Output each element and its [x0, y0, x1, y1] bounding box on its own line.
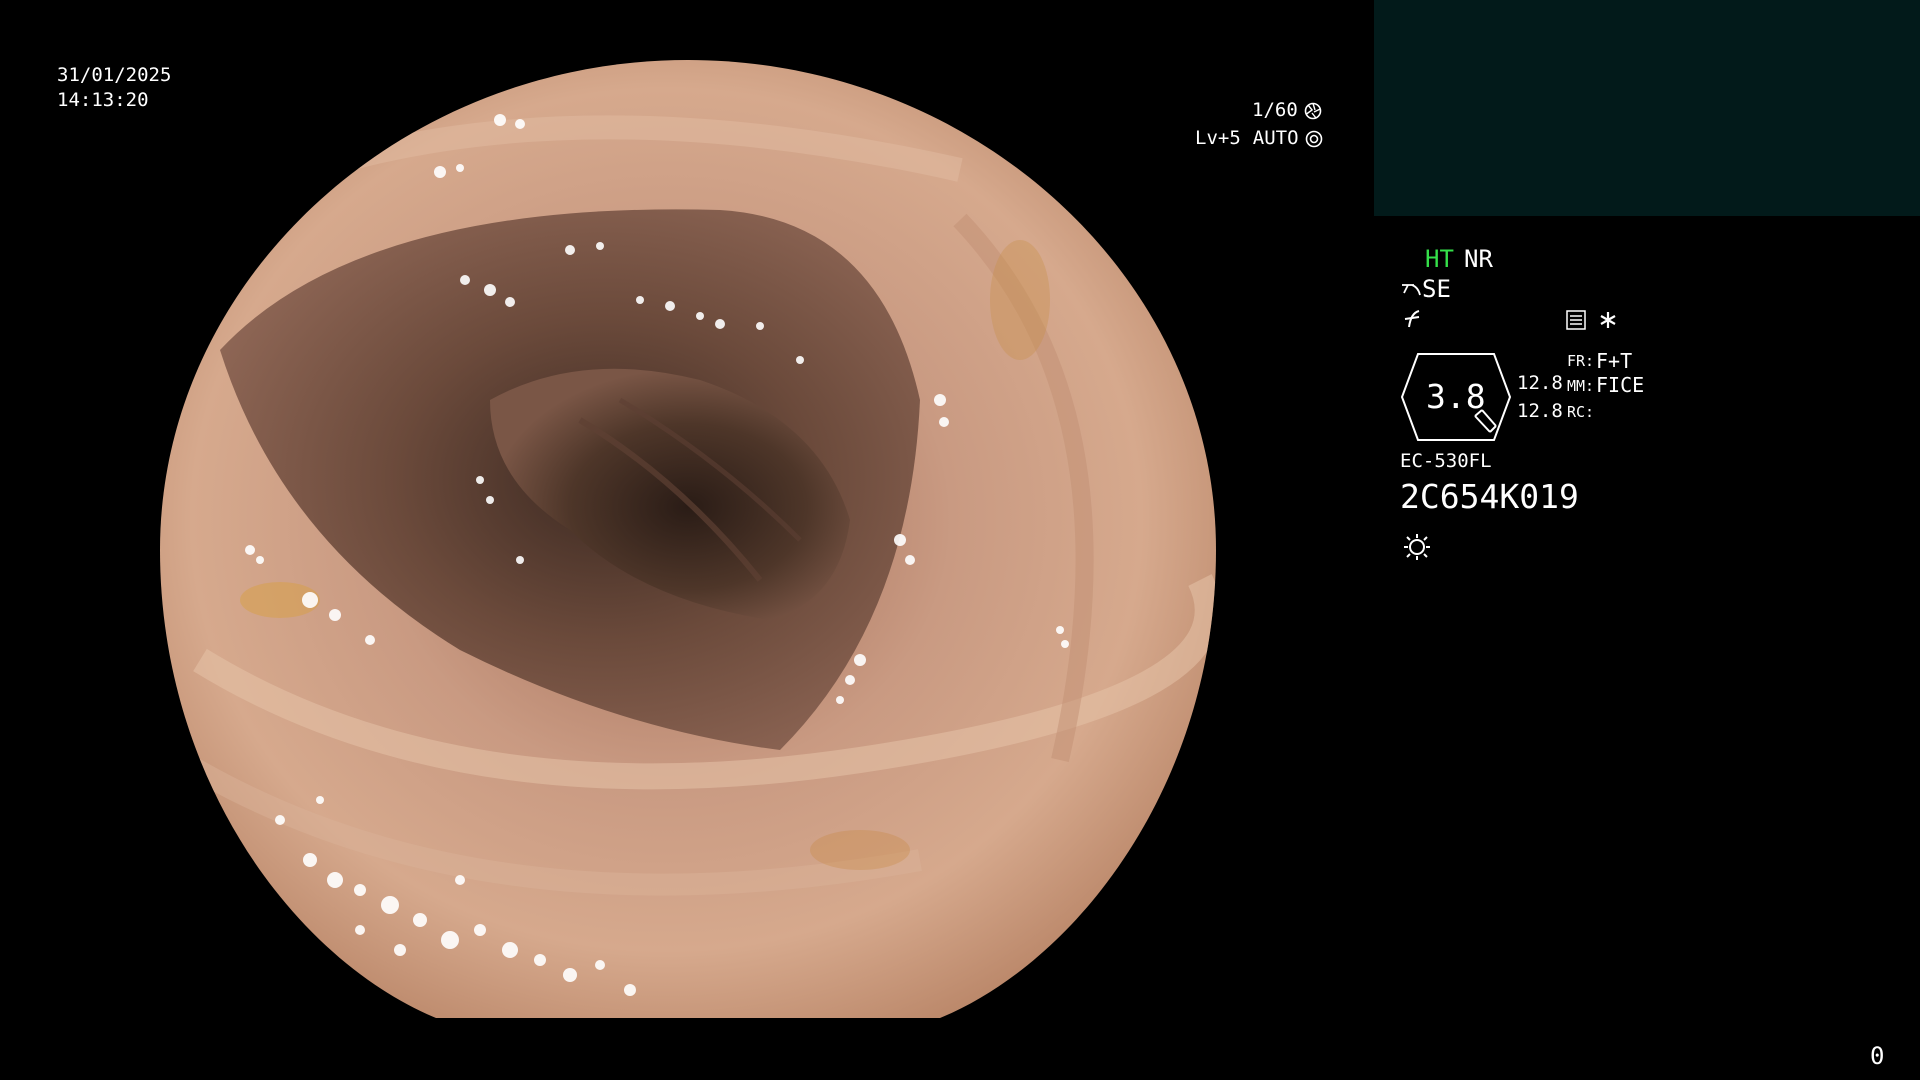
shutter-icon [1304, 102, 1322, 119]
mm-value: FICE [1596, 373, 1645, 397]
scope-se-indicator: SE [1400, 277, 1451, 301]
fr-label: FR: [1567, 352, 1595, 370]
zoom-value: 3.8 [1426, 377, 1486, 416]
auto-iris-indicator: Lv+5 AUTO [1195, 129, 1323, 148]
shutter-value: 1/60 [1252, 99, 1298, 121]
light-source-icon [1404, 534, 1430, 560]
scope-model: EC-530FL [1400, 450, 1492, 472]
ht-label: HT [1425, 245, 1454, 273]
rc-label: RC: [1567, 403, 1595, 421]
shutter-indicator: 1/60 [1252, 101, 1322, 120]
frame-counter: 0 [1870, 1042, 1885, 1070]
auto-iris-icon [1305, 130, 1322, 147]
level-value: Lv+5 [1195, 127, 1241, 149]
se-label: SE [1422, 275, 1451, 303]
scope-se-icon [1402, 284, 1421, 296]
iris-mode: AUTO [1252, 127, 1299, 149]
value-row-2: 12.8 [1517, 400, 1563, 422]
value-row-1: 12.8 [1517, 372, 1563, 394]
endoscope-image [160, 60, 1216, 1018]
scope-serial: 2C654K019 [1400, 477, 1579, 516]
asterisk-icon [1600, 312, 1616, 328]
date-label: 31/01/2025 [57, 64, 172, 86]
mm-label: MM: [1567, 377, 1595, 395]
fr-value: F+T [1596, 349, 1633, 373]
freeze-icon [1404, 310, 1420, 328]
thumbnail-panel [1374, 0, 1920, 216]
time-label: 14:13:20 [57, 89, 149, 111]
menu-icon [1566, 310, 1586, 330]
nr-label: NR [1464, 245, 1493, 273]
